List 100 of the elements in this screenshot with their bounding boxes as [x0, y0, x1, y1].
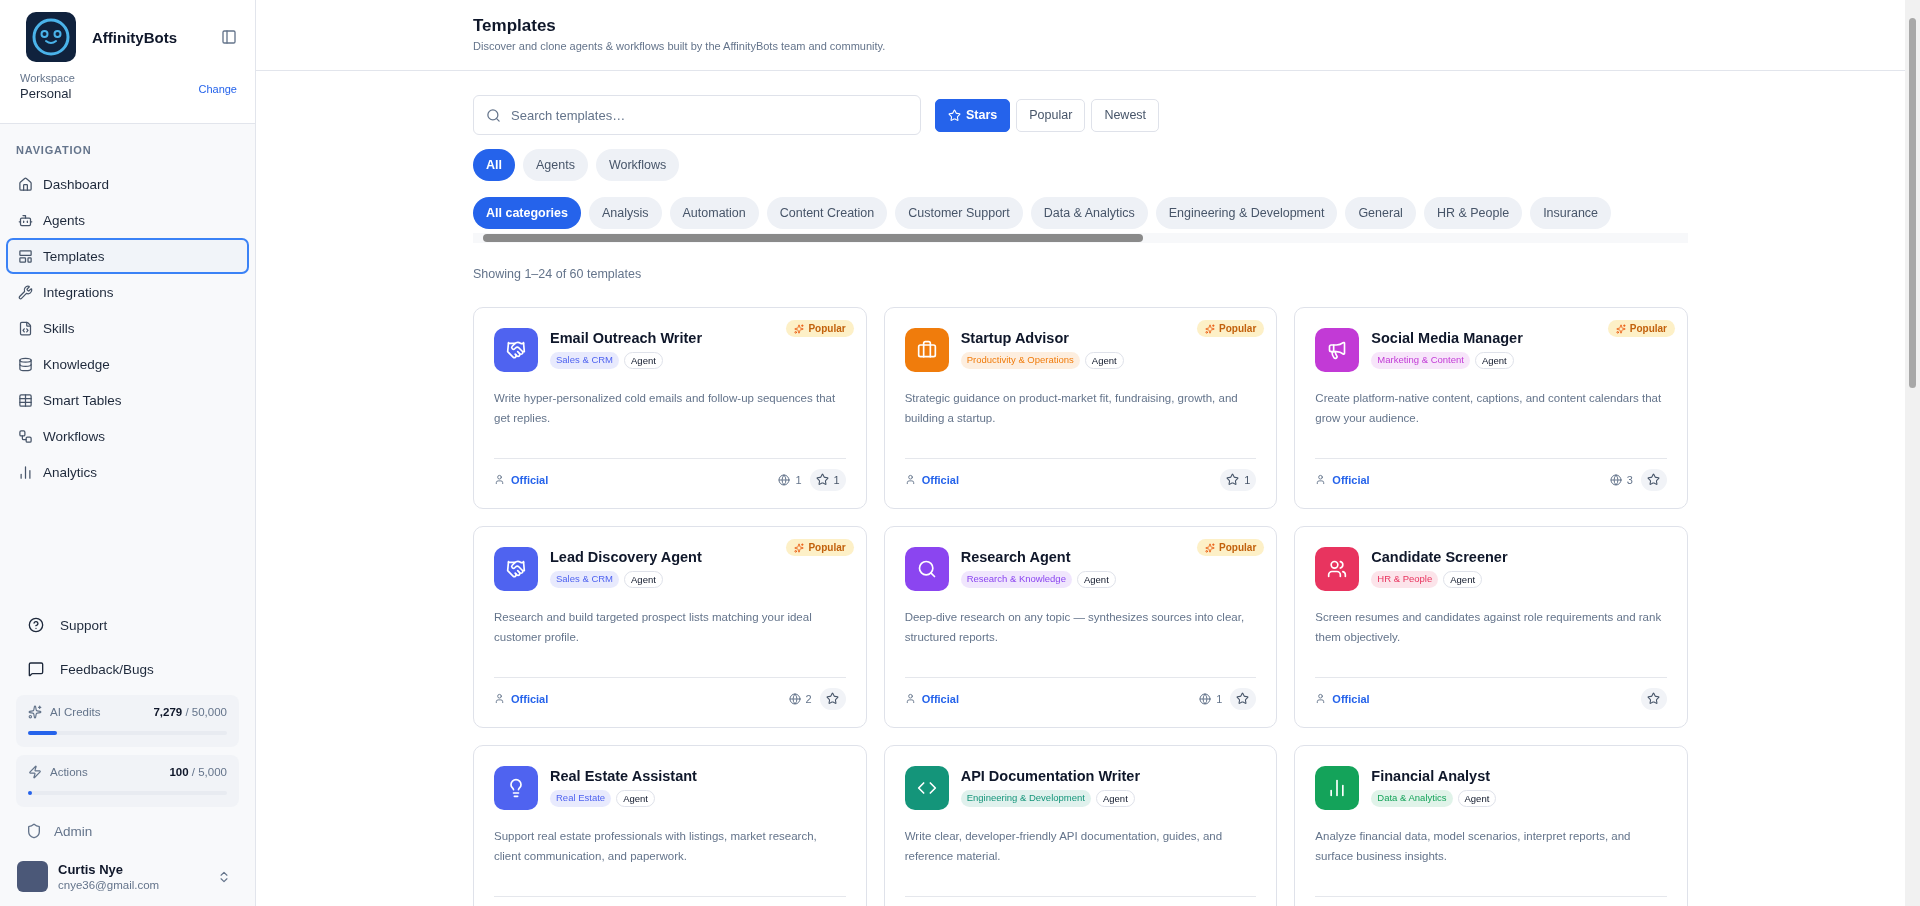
robot-icon	[18, 212, 33, 228]
star-button[interactable]: 1	[809, 468, 846, 491]
template-title: Lead Discovery Agent	[550, 549, 702, 565]
template-card[interactable]: Popular Lead Discovery Agent Sales & CRM Agent Research and build targeted prospect lists matching your ideal customer profile. Official 2	[473, 526, 867, 728]
robot-logo	[26, 12, 76, 62]
table-icon	[18, 392, 33, 408]
nav-item[interactable]: Integrations	[6, 274, 249, 310]
sparkle-icon	[794, 542, 805, 553]
change-workspace-link[interactable]: Change	[198, 83, 237, 101]
category-tag: Productivity & Operations	[960, 352, 1080, 369]
category-chip[interactable]: Insurance	[1530, 197, 1612, 229]
nav-item[interactable]: Analytics	[6, 454, 249, 490]
workspace-label: Workspace	[20, 72, 75, 84]
person-icon	[1315, 693, 1327, 704]
vertical-scrollbar[interactable]	[1905, 0, 1920, 906]
template-description: Research and build targeted prospect lists matching your ideal customer profile.	[494, 610, 813, 645]
star-button[interactable]	[1641, 468, 1667, 491]
template-description: Write hyper-personalized cold emails and follow-up sequences that get replies.	[494, 391, 837, 426]
person-icon	[494, 474, 505, 485]
file-code-icon	[18, 320, 33, 336]
popular-badge: Popular	[786, 539, 854, 556]
author-label: Official	[921, 473, 959, 486]
star-icon	[1647, 692, 1660, 705]
category-chip[interactable]: All categories	[473, 197, 581, 229]
sort-button[interactable]: Popular	[1016, 98, 1086, 132]
result-count: Showing 1–24 of 60 templates	[473, 267, 643, 281]
template-card[interactable]: Popular Email Outreach Writer Sales & CRM Agent Write hyper-personalized cold emails and follow-up sequences that get replies. Official 1 1	[473, 307, 867, 509]
sidebar-link[interactable]: Feedback/Bugs	[0, 647, 255, 691]
search-field[interactable]: Search templates…	[473, 95, 921, 135]
page-title: Templates	[473, 16, 557, 36]
popular-badge: Popular	[1607, 320, 1675, 337]
person-icon	[1315, 474, 1327, 485]
search-icon	[486, 107, 501, 123]
sort-button[interactable]: Newest	[1091, 98, 1160, 132]
home-icon	[18, 176, 33, 192]
category-tag: Marketing & Content	[1371, 352, 1470, 369]
user-name: Curtis Nye	[58, 862, 125, 877]
template-card[interactable]: API Documentation Writer Engineering & Development Agent Write clear, developer-friendly API documentation, guides, and reference material.	[883, 745, 1278, 906]
popular-badge: Popular	[1197, 539, 1265, 556]
nav-item[interactable]: Skills	[6, 310, 249, 346]
type-tab[interactable]: Agents	[523, 149, 588, 181]
layout-icon	[18, 248, 33, 264]
category-chip[interactable]: Engineering & Development	[1155, 197, 1338, 229]
template-description: Analyze financial data, model scenarios, interpret reports, and surface business insights.	[1315, 829, 1632, 864]
globe-icon	[788, 692, 801, 705]
sparkle-icon	[794, 323, 805, 334]
nav-item[interactable]: Dashboard	[6, 166, 249, 202]
clone-count: 1	[1216, 692, 1223, 705]
nav-item[interactable]: Knowledge	[6, 346, 249, 382]
template-description: Strategic guidance on product-market fit, fundraising, growth, and building a startup.	[904, 391, 1239, 426]
usage-count: 7,279 / 50,000	[153, 706, 227, 718]
star-button[interactable]	[819, 687, 846, 710]
person-icon	[904, 474, 916, 485]
star-button[interactable]: 1	[1220, 468, 1257, 491]
category-chip[interactable]: General	[1345, 197, 1416, 229]
usage-label: AI Credits	[50, 706, 102, 718]
template-card[interactable]: Real Estate Assistant Real Estate Agent Support real estate professionals with listings, market research, client communication, and paperwork.	[473, 745, 867, 906]
star-icon	[815, 473, 829, 486]
template-title: Candidate Screener	[1371, 549, 1508, 565]
nav-item[interactable]: Smart Tables	[6, 382, 249, 418]
template-card[interactable]: Candidate Screener HR & People Agent Screen resumes and candidates against role requirements and rank them objectively. Official	[1294, 526, 1688, 728]
workflow-icon	[18, 428, 33, 444]
category-chip[interactable]: Automation	[669, 197, 759, 229]
brand-name: AffinityBots	[92, 28, 178, 46]
category-chip[interactable]: Data & Analytics	[1030, 197, 1148, 229]
sparkles-icon	[28, 705, 42, 719]
template-title: Financial Analyst	[1371, 768, 1492, 784]
author-label: Official	[921, 692, 959, 705]
nav-item[interactable]: Workflows	[6, 418, 249, 454]
category-chip[interactable]: HR & People	[1423, 197, 1523, 229]
template-card[interactable]: Financial Analyst Data & Analytics Agent Analyze financial data, model scenarios, interpret reports, and surface business insights.	[1294, 745, 1688, 906]
category-chip[interactable]: Analysis	[589, 197, 662, 229]
template-title: Social Media Manager	[1371, 330, 1523, 346]
workspace-name: Personal	[20, 86, 73, 101]
chat-bubble-icon	[28, 661, 44, 677]
template-card[interactable]: Popular Startup Advisor Productivity & Operations Agent Strategic guidance on product-market fit, fundraising, growth, and building a startup. Official 1	[883, 307, 1278, 509]
category-chip[interactable]: Content Creation	[766, 197, 888, 229]
sort-button[interactable]: Stars	[935, 98, 1011, 132]
template-description: Support real estate professionals with listings, market research, client communication, and paperwork.	[494, 829, 818, 864]
type-tab[interactable]: All	[473, 149, 515, 181]
template-card[interactable]: Popular Social Media Manager Marketing & Content Agent Create platform-native content, captions, and content calendars that grow your audience. Official 3	[1294, 307, 1688, 509]
template-description: Screen resumes and candidates against role requirements and rank them objectively.	[1315, 610, 1663, 645]
star-icon	[948, 108, 961, 122]
sparkle-icon	[1205, 542, 1216, 553]
author-label: Official	[511, 473, 549, 486]
template-card[interactable]: Popular Research Agent Research & Knowledge Agent Deep-dive research on any topic — synthesizes sources into clear, structured reports. Official 1	[883, 526, 1278, 728]
clone-count: 2	[805, 692, 812, 705]
star-button[interactable]	[1230, 687, 1257, 710]
star-button[interactable]	[1641, 687, 1667, 710]
star-icon	[825, 692, 839, 705]
sidebar-toggle-icon[interactable]	[221, 29, 237, 45]
usage-count: 100 / 5,000	[169, 766, 227, 778]
category-chip[interactable]: Customer Support	[895, 197, 1023, 229]
type-tab[interactable]: Workflows	[595, 149, 680, 181]
nav-item[interactable]: Templates	[6, 238, 249, 274]
admin-link[interactable]: Admin	[0, 811, 255, 851]
sidebar-link[interactable]: Support	[0, 603, 255, 647]
author-label: Official	[1332, 473, 1370, 486]
nav-item[interactable]: Agents	[6, 202, 249, 238]
horizontal-scrollbar[interactable]	[473, 233, 1688, 243]
